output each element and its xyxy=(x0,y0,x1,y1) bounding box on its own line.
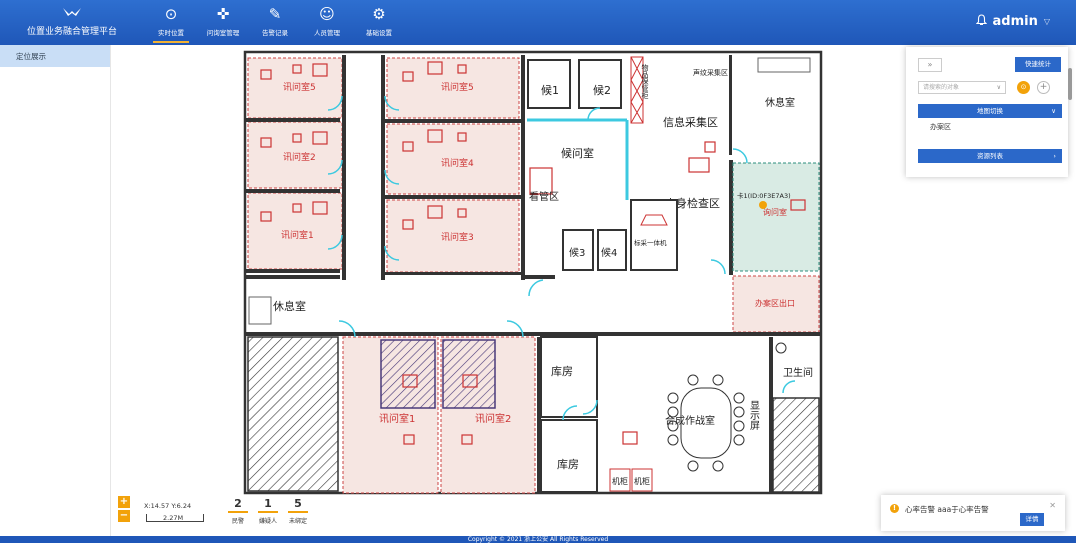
svg-text:讯问室4: 讯问室4 xyxy=(441,157,474,169)
svg-text:机柜: 机柜 xyxy=(634,476,650,486)
sidebar-item-location-display[interactable]: 定位展示 xyxy=(0,45,110,67)
nav-label: 问询室管理 xyxy=(206,29,240,37)
search-placeholder: 请搜索的对象 xyxy=(923,84,960,91)
brand[interactable]: 位置业务融合管理平台 xyxy=(22,6,122,37)
map-option-office[interactable]: 办案区 xyxy=(930,122,951,132)
chevron-down-icon: ∨ xyxy=(1051,107,1056,115)
alert-message: 心率告警 aaa于心率告警 xyxy=(905,505,989,514)
map-switch-dropdown[interactable]: 地图切换 ∨ xyxy=(918,104,1062,118)
eagle-logo-icon xyxy=(22,6,122,21)
svg-text:讯问室2: 讯问室2 xyxy=(283,151,316,163)
personnel-stats: 2 民警 1 嫌疑人 5 未绑定 xyxy=(228,497,308,525)
nav-alarm-records[interactable]: ✎ 告警记录 xyxy=(249,0,301,45)
stat-label: 嫌疑人 xyxy=(258,518,277,525)
sidebar: 定位展示 xyxy=(0,45,111,536)
user-menu[interactable]: admin ▽ xyxy=(975,14,1050,29)
locate-icon[interactable]: ⊙ xyxy=(1017,81,1030,94)
room-label: 讯问室5 xyxy=(283,81,316,93)
main-nav: ⊙ 实时位置 ✜ 问询室管理 ✎ 告警记录 ☺ 人员管理 ⚙ 基础设置 xyxy=(145,0,405,45)
svg-text:库房: 库房 xyxy=(557,458,579,471)
warning-icon: ! xyxy=(890,504,899,513)
svg-text:讯问室2: 讯问室2 xyxy=(475,412,511,425)
svg-text:显示屏: 显示屏 xyxy=(748,400,760,431)
zoom-in-button[interactable]: + xyxy=(118,496,130,508)
edit-record-icon: ✎ xyxy=(268,5,282,23)
stat-label: 未绑定 xyxy=(288,518,307,525)
svg-text:卡1(ID:0F3E7A3): 卡1(ID:0F3E7A3) xyxy=(737,191,791,200)
svg-text:看管区: 看管区 xyxy=(529,190,559,203)
svg-text:卫生间: 卫生间 xyxy=(783,366,813,379)
app-title: 位置业务融合管理平台 xyxy=(26,27,117,37)
gear-icon: ⚙ xyxy=(372,5,386,23)
map-scale-control: + − X:14.57 Y:6.24 2.27M xyxy=(118,494,238,530)
top-bar: 位置业务融合管理平台 ⊙ 实时位置 ✜ 问询室管理 ✎ 告警记录 ☺ 人员管理 … xyxy=(0,0,1076,45)
stat-unbound[interactable]: 5 未绑定 xyxy=(288,497,308,525)
resource-list-label: 资源列表 xyxy=(977,152,1003,160)
map-switch-label: 地图切换 xyxy=(977,107,1003,115)
stat-value: 5 xyxy=(288,497,308,513)
add-icon[interactable]: + xyxy=(1037,81,1050,94)
coordinate-readout: X:14.57 Y:6.24 xyxy=(144,502,192,510)
person-icon: ☺ xyxy=(319,5,335,23)
stat-value: 2 xyxy=(228,497,248,513)
svg-text:物品保管柜: 物品保管柜 xyxy=(641,63,649,100)
svg-text:合成作战室: 合成作战室 xyxy=(665,414,715,427)
location-pin-icon: ⊙ xyxy=(164,5,178,23)
svg-text:候2: 候2 xyxy=(593,83,611,97)
scale-distance: 2.27M xyxy=(163,514,184,522)
stat-value: 1 xyxy=(258,497,278,513)
svg-text:候1: 候1 xyxy=(541,83,559,97)
svg-text:讯问室1: 讯问室1 xyxy=(281,229,314,241)
nav-inquiry-room-management[interactable]: ✜ 问询室管理 xyxy=(197,0,249,45)
center-interrogation-rooms: 讯问室5 讯问室4 讯问室3 xyxy=(385,57,521,275)
svg-text:休息室: 休息室 xyxy=(765,96,795,109)
stat-police[interactable]: 2 民警 xyxy=(228,497,248,525)
floor-plan-map[interactable]: 讯问室5 讯问室2 讯问室1 讯问室5 讯问室4 讯问室3 候1 候2 候问室 … xyxy=(243,50,823,495)
svg-text:机柜: 机柜 xyxy=(612,476,628,486)
resource-list-button[interactable]: 资源列表 › xyxy=(918,149,1062,163)
nav-label: 人员管理 xyxy=(314,29,340,37)
svg-text:信息采集区: 信息采集区 xyxy=(663,115,718,129)
search-object-select[interactable]: 请搜索的对象 ∨ xyxy=(918,81,1006,94)
chevron-right-icon: › xyxy=(1053,152,1056,160)
nav-basic-settings[interactable]: ⚙ 基础设置 xyxy=(353,0,405,45)
chevron-down-icon: ∨ xyxy=(996,84,1001,91)
bell-icon[interactable] xyxy=(975,14,987,29)
nav-label: 告警记录 xyxy=(262,29,288,37)
svg-text:候问室: 候问室 xyxy=(561,146,594,160)
svg-text:办案区出口: 办案区出口 xyxy=(755,298,795,308)
stat-label: 民警 xyxy=(231,518,244,525)
heart-rate-alert-toast: ! 心率告警 aaa于心率告警 ✕ 详情 xyxy=(881,495,1065,531)
crosshair-icon: ✜ xyxy=(216,5,230,23)
panel-scrollbar[interactable] xyxy=(1068,68,1072,100)
collapse-panel-button[interactable]: » xyxy=(918,58,942,72)
svg-text:标采一体机: 标采一体机 xyxy=(634,238,667,247)
nav-realtime-location[interactable]: ⊙ 实时位置 xyxy=(145,0,197,45)
scale-bar: 2.27M xyxy=(146,514,204,522)
nav-personnel-management[interactable]: ☺ 人员管理 xyxy=(301,0,353,45)
left-interrogation-rooms: 讯问室5 讯问室2 讯问室1 xyxy=(246,57,343,273)
alert-detail-button[interactable]: 详情 xyxy=(1020,513,1044,526)
control-panel: » 快速统计 请搜索的对象 ∨ ⊙ + 地图切换 ∨ 办案区 资源列表 › xyxy=(906,47,1068,177)
svg-text:休息室: 休息室 xyxy=(273,299,306,313)
svg-text:讯问室5: 讯问室5 xyxy=(441,81,474,93)
svg-text:声纹采集区: 声纹采集区 xyxy=(693,68,728,77)
svg-text:候3: 候3 xyxy=(569,246,585,259)
close-icon[interactable]: ✕ xyxy=(1049,501,1056,510)
footer-copyright: Copyright © 2021 浙上公安 All Rights Reserve… xyxy=(0,536,1076,543)
svg-text:候4: 候4 xyxy=(601,246,617,259)
stat-suspect[interactable]: 1 嫌疑人 xyxy=(258,497,278,525)
nav-label: 实时位置 xyxy=(158,29,184,37)
svg-text:库房: 库房 xyxy=(551,365,573,378)
zoom-out-button[interactable]: − xyxy=(118,510,130,522)
nav-label: 基础设置 xyxy=(366,29,392,37)
quick-stats-button[interactable]: 快速统计 xyxy=(1015,57,1061,72)
svg-text:询问室: 询问室 xyxy=(763,207,787,217)
username: admin xyxy=(992,14,1038,29)
svg-text:讯问室3: 讯问室3 xyxy=(441,231,474,243)
svg-text:讯问室1: 讯问室1 xyxy=(379,412,415,425)
chevron-down-icon[interactable]: ▽ xyxy=(1044,17,1050,26)
